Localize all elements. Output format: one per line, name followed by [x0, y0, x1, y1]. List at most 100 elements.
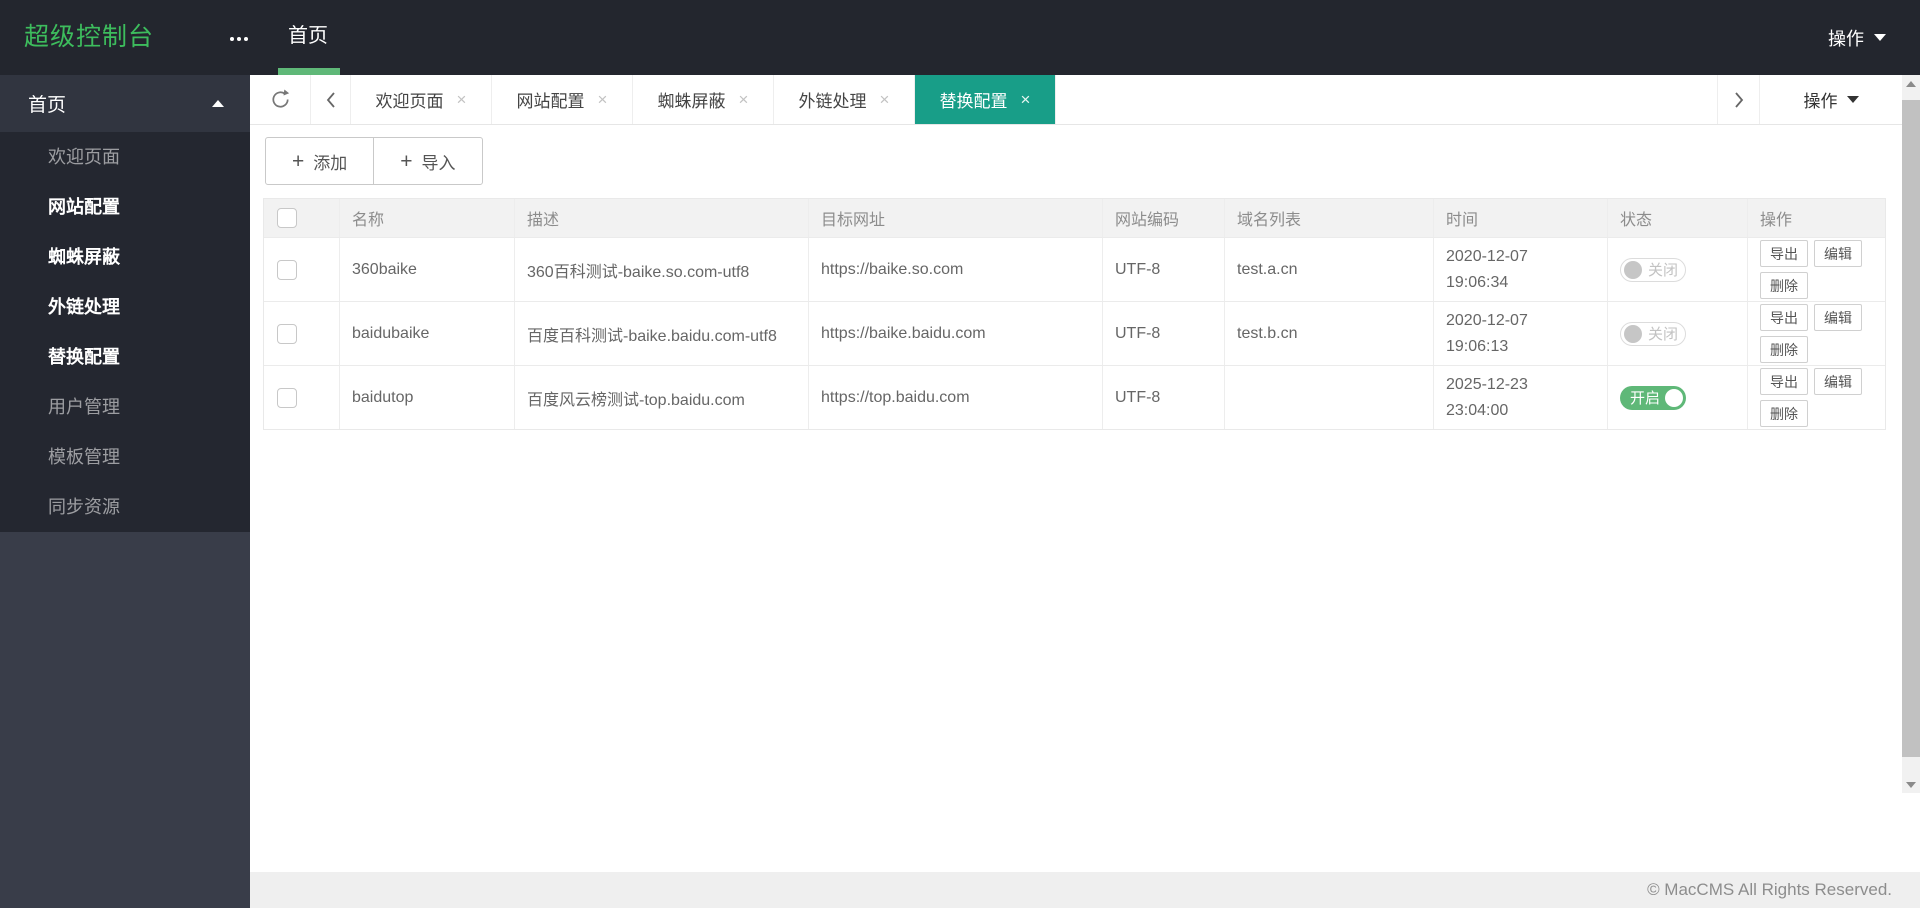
- add-button-label: 添加: [313, 153, 348, 173]
- cell-name: baidubaike: [340, 302, 515, 365]
- tab[interactable]: 外链处理 ×: [774, 75, 915, 124]
- tab[interactable]: 替换配置 ×: [915, 75, 1056, 124]
- chevron-down-icon: [1874, 34, 1886, 41]
- scrollbar-up-button[interactable]: [1902, 75, 1920, 92]
- status-toggle[interactable]: 开启: [1620, 385, 1686, 410]
- edit-button[interactable]: 编辑: [1814, 240, 1862, 267]
- refresh-button[interactable]: [250, 75, 311, 124]
- tab-bar-spacer: [1056, 75, 1717, 124]
- plus-icon: +: [292, 149, 305, 173]
- close-icon[interactable]: ×: [880, 91, 890, 108]
- row-checkbox[interactable]: [277, 323, 297, 344]
- scrollbar-down-button[interactable]: [1902, 776, 1920, 793]
- sidebar-group-label: 首页: [28, 95, 67, 116]
- status-toggle[interactable]: 关闭: [1620, 257, 1686, 282]
- tab[interactable]: 网站配置 ×: [492, 75, 633, 124]
- add-button[interactable]: + 添加: [265, 137, 375, 185]
- cell-name: 360baike: [340, 238, 515, 301]
- tab-bar: 欢迎页面 × 网站配置 × 蜘蛛屏蔽 × 外链处理 × 替换配置 × 操作: [250, 75, 1902, 125]
- tab-scroll-left-button[interactable]: [311, 75, 351, 124]
- table-row: baidubaike 百度百科测试-baike.baidu.com-utf8 htt…: [264, 301, 1885, 365]
- cell-desc: 百度百科测试-baike.baidu.com-utf8: [515, 302, 809, 365]
- close-icon[interactable]: ×: [739, 91, 749, 108]
- chevron-up-icon: [212, 100, 224, 107]
- table-header-checkbox-cell: [264, 199, 340, 237]
- cell-domains: [1225, 366, 1434, 429]
- import-button[interactable]: + 导入: [373, 137, 483, 185]
- tab[interactable]: 蜘蛛屏蔽 ×: [633, 75, 774, 124]
- header-action-label: 操作: [1828, 28, 1864, 49]
- cell-encoding: UTF-8: [1103, 366, 1225, 429]
- row-checkbox-cell: [264, 238, 340, 301]
- delete-button[interactable]: 删除: [1760, 336, 1808, 363]
- vertical-scrollbar[interactable]: [1902, 75, 1920, 793]
- sidebar-menu: 欢迎页面 网站配置 蜘蛛屏蔽 外链处理 替换配置 用户管理 模板管理 同步资源: [0, 132, 250, 532]
- row-checkbox[interactable]: [277, 259, 297, 280]
- cell-time: 2020-12-07 19:06:34: [1434, 238, 1608, 301]
- edit-button[interactable]: 编辑: [1814, 304, 1862, 331]
- status-toggle-label: 开启: [1630, 390, 1661, 407]
- footer: © MacCMS All Rights Reserved.: [250, 872, 1920, 908]
- collapse-menu-icon[interactable]: [230, 37, 248, 41]
- tab-label: 替换配置: [939, 92, 1008, 111]
- chevron-right-icon: [1732, 91, 1746, 109]
- close-icon[interactable]: ×: [598, 91, 608, 108]
- sidebar-item[interactable]: 替换配置: [0, 332, 250, 382]
- tab-label: 外链处理: [798, 92, 867, 111]
- export-button[interactable]: 导出: [1760, 368, 1808, 395]
- sidebar-item[interactable]: 欢迎页面: [0, 132, 250, 182]
- export-button[interactable]: 导出: [1760, 304, 1808, 331]
- column-header-status: 状态: [1608, 199, 1748, 237]
- tab-scroll-right-button[interactable]: [1717, 75, 1759, 124]
- column-header-time: 时间: [1434, 199, 1608, 237]
- sidebar-item[interactable]: 蜘蛛屏蔽: [0, 232, 250, 282]
- tab[interactable]: 欢迎页面 ×: [351, 75, 492, 124]
- close-icon[interactable]: ×: [1021, 91, 1031, 108]
- row-checkbox-cell: [264, 366, 340, 429]
- plus-icon: +: [400, 149, 413, 173]
- header-action-menu[interactable]: 操作: [1828, 0, 1886, 75]
- cell-actions: 导出 编辑 删除: [1748, 366, 1885, 429]
- edit-button[interactable]: 编辑: [1814, 368, 1862, 395]
- import-button-label: 导入: [421, 153, 456, 173]
- table-body: 360baike 360百科测试-baike.so.com-utf8 https:/…: [264, 237, 1885, 429]
- cell-url: https://baike.baidu.com: [809, 302, 1103, 365]
- select-all-checkbox[interactable]: [277, 208, 297, 228]
- copyright-text: © MacCMS All Rights Reserved.: [1647, 880, 1892, 899]
- delete-button[interactable]: 删除: [1760, 272, 1808, 299]
- cell-name: baidutop: [340, 366, 515, 429]
- cell-desc: 百度风云榜测试-top.baidu.com: [515, 366, 809, 429]
- sidebar-item[interactable]: 模板管理: [0, 432, 250, 482]
- top-header: 超级控制台 首页 操作: [0, 0, 1920, 75]
- sidebar-item[interactable]: 网站配置: [0, 182, 250, 232]
- delete-button[interactable]: 删除: [1760, 400, 1808, 427]
- active-nav-indicator: [278, 68, 340, 75]
- cell-url: https://baike.so.com: [809, 238, 1103, 301]
- tab-action-menu[interactable]: 操作: [1759, 75, 1902, 124]
- cell-domains: test.a.cn: [1225, 238, 1434, 301]
- header-nav-home[interactable]: 首页: [288, 0, 328, 72]
- status-toggle[interactable]: 关闭: [1620, 321, 1686, 346]
- table-header-row: 名称 描述 目标网址 网站编码 域名列表 时间 状态 操作: [264, 199, 1885, 237]
- export-button[interactable]: 导出: [1760, 240, 1808, 267]
- toggle-knob: [1624, 324, 1642, 343]
- data-table: 名称 描述 目标网址 网站编码 域名列表 时间 状态 操作 360baike 36…: [263, 198, 1886, 430]
- date-text: 2020-12-07: [1446, 311, 1528, 329]
- main-content: + 添加 + 导入 名称 描述 目标网址 网站编码 域名列表 时间 状态 操作 …: [250, 125, 1902, 872]
- sidebar-item[interactable]: 同步资源: [0, 482, 250, 532]
- table-row: 360baike 360百科测试-baike.so.com-utf8 https:/…: [264, 237, 1885, 301]
- tab-label: 蜘蛛屏蔽: [657, 92, 726, 111]
- cell-url: https://top.baidu.com: [809, 366, 1103, 429]
- sidebar-item[interactable]: 外链处理: [0, 282, 250, 332]
- tab-label: 欢迎页面: [375, 92, 444, 111]
- toolbar: + 添加 + 导入: [265, 137, 483, 185]
- tab-label: 网站配置: [516, 92, 585, 111]
- sidebar-item[interactable]: 用户管理: [0, 382, 250, 432]
- cell-encoding: UTF-8: [1103, 238, 1225, 301]
- row-checkbox[interactable]: [277, 387, 297, 408]
- time-text: 23:04:00: [1446, 401, 1509, 419]
- scrollbar-thumb[interactable]: [1902, 100, 1920, 757]
- close-icon[interactable]: ×: [457, 91, 467, 108]
- sidebar-group-home[interactable]: 首页: [0, 75, 250, 132]
- cell-time: 2025-12-23 23:04:00: [1434, 366, 1608, 429]
